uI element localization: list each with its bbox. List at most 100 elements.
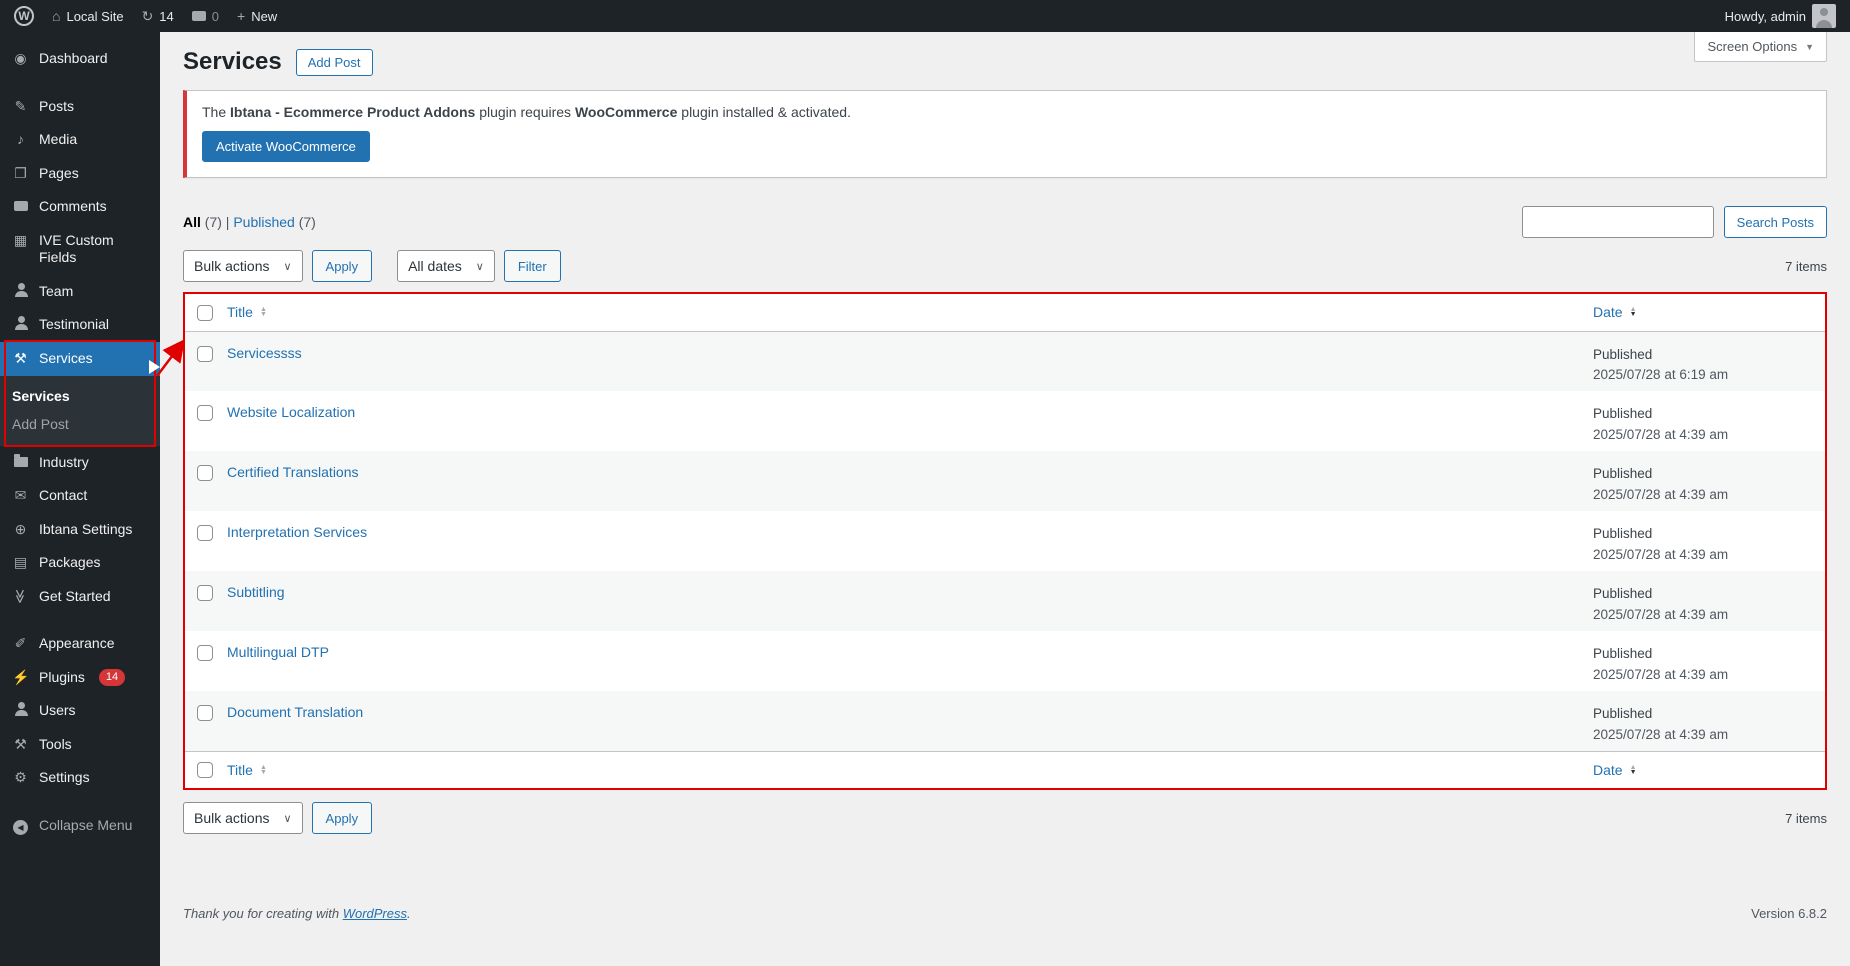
apply-button[interactable]: Apply — [311, 250, 373, 282]
sidebar-item-get-started[interactable]: ≫ Get Started — [0, 580, 160, 614]
sidebar-item-label: Posts — [39, 97, 75, 114]
comments-link[interactable]: 0 — [191, 8, 219, 24]
post-date: 2025/07/28 at 4:39 am — [1593, 726, 1729, 742]
notice-plugin-name: Ibtana - Ecommerce Product Addons — [230, 104, 476, 120]
menu-separator — [0, 795, 160, 809]
sidebar-item-media[interactable]: ♪ Media — [0, 123, 160, 157]
select-all-checkbox[interactable] — [197, 304, 213, 321]
table-row: Document Translation Published 2025/07/28… — [185, 691, 1825, 751]
sidebar-item-packages[interactable]: ▤ Packages — [0, 546, 160, 580]
sidebar-item-team[interactable]: Team — [0, 275, 160, 309]
table-header-row: Title ▲ ▼ Date ▲ ▼ — [185, 294, 1825, 332]
filter-separator: | — [225, 214, 230, 230]
row-checkbox[interactable] — [197, 345, 213, 362]
sidebar-item-settings[interactable]: ⚙ Settings — [0, 761, 160, 795]
updates-link[interactable]: ↻ 14 — [142, 8, 174, 25]
wordpress-admin: W ⌂ Local Site ↻ 14 0 + New Howdy, admin… — [0, 0, 1850, 966]
filter-button[interactable]: Filter — [503, 250, 561, 282]
dates-filter-select[interactable]: All dates ∨ — [397, 250, 495, 282]
pages-icon: ❐ — [14, 164, 27, 181]
post-date: 2025/07/28 at 4:39 am — [1593, 426, 1729, 442]
post-title-link[interactable]: Subtitling — [227, 584, 285, 600]
submenu-item-add-post[interactable]: Add Post — [0, 410, 160, 438]
submenu-item-services[interactable]: Services — [0, 382, 160, 410]
collapse-menu-button[interactable]: ◀ Collapse Menu — [0, 809, 160, 843]
sidebar-item-label: IVE Custom Fields — [39, 231, 114, 266]
sidebar-item-label: Users — [39, 702, 76, 719]
comment-icon — [191, 11, 206, 21]
sidebar-item-industry[interactable]: Industry — [0, 446, 160, 480]
all-dates-label: All dates — [408, 258, 462, 274]
sidebar-item-appearance[interactable]: ✐ Appearance — [0, 627, 160, 661]
post-title-link[interactable]: Certified Translations — [227, 464, 359, 480]
table-row: Multilingual DTP Published 2025/07/28 at … — [185, 631, 1825, 691]
post-title-link[interactable]: Document Translation — [227, 704, 363, 720]
sort-by-date-link[interactable]: Date ▲ ▼ — [1593, 762, 1637, 778]
post-title-link[interactable]: Website Localization — [227, 404, 355, 420]
row-checkbox[interactable] — [197, 465, 213, 482]
sidebar-item-pages[interactable]: ❐ Pages — [0, 157, 160, 191]
sidebar-item-ive-custom-fields[interactable]: ▦ IVE Custom Fields — [0, 224, 160, 275]
wordpress-link[interactable]: WordPress — [343, 906, 407, 921]
bulk-actions-label: Bulk actions — [194, 810, 270, 826]
sort-by-title-link[interactable]: Title ▲ ▼ — [227, 762, 267, 778]
post-title-link[interactable]: Servicessss — [227, 345, 302, 361]
user-icon — [14, 702, 28, 717]
sidebar-item-comments[interactable]: Comments — [0, 190, 160, 224]
screen-options-button[interactable]: Screen Options ▼ — [1694, 32, 1827, 62]
document-icon: ▤ — [13, 554, 28, 571]
bulk-actions-label: Bulk actions — [194, 258, 270, 274]
comments-count: 0 — [211, 8, 219, 24]
new-label: New — [251, 8, 278, 24]
post-title-link[interactable]: Interpretation Services — [227, 524, 367, 540]
visit-site-link[interactable]: ⌂ Local Site — [52, 8, 124, 24]
post-title-link[interactable]: Multilingual DTP — [227, 644, 329, 660]
sidebar-item-label: Contact — [39, 487, 88, 504]
sidebar-item-ibtana-settings[interactable]: ⊕ Ibtana Settings — [0, 513, 160, 547]
sort-by-date-link[interactable]: Date ▲ ▼ — [1593, 304, 1637, 320]
account-menu[interactable]: Howdy, admin — [1725, 4, 1836, 28]
sidebar-item-plugins[interactable]: ⚡ Plugins 14 — [0, 661, 160, 695]
activate-woocommerce-button[interactable]: Activate WooCommerce — [202, 131, 370, 162]
post-status: Published — [1593, 526, 1653, 541]
sidebar-item-dashboard[interactable]: ◉ Dashboard — [0, 42, 160, 76]
search-input[interactable] — [1521, 206, 1714, 238]
filter-all-link[interactable]: All — [183, 214, 201, 230]
collapse-icon: ◀ — [13, 820, 28, 836]
filter-published-link[interactable]: Published — [233, 214, 295, 230]
comment-icon — [13, 201, 28, 211]
plugin-notice: The Ibtana - Ecommerce Product Addons pl… — [183, 90, 1827, 178]
sidebar-item-testimonial[interactable]: Testimonial — [0, 308, 160, 342]
user-icon — [14, 316, 28, 331]
search-posts-button[interactable]: Search Posts — [1723, 206, 1827, 238]
sidebar-item-posts[interactable]: ✎ Posts — [0, 90, 160, 124]
globe-icon: ⊕ — [14, 520, 27, 537]
sidebar-item-label: Collapse Menu — [39, 816, 133, 833]
sidebar-item-contact[interactable]: ✉ Contact — [0, 479, 160, 513]
row-checkbox[interactable] — [197, 645, 213, 662]
sort-arrows-icon: ▲ ▼ — [259, 306, 267, 319]
sidebar-item-services[interactable]: ⚒ Services — [0, 342, 160, 376]
post-date: 2025/07/28 at 4:39 am — [1593, 666, 1729, 682]
add-post-button[interactable]: Add Post — [295, 48, 373, 76]
row-checkbox[interactable] — [197, 525, 213, 542]
post-status: Published — [1593, 646, 1653, 661]
new-content-link[interactable]: + New — [237, 8, 277, 24]
bulk-actions-select[interactable]: Bulk actions ∨ — [183, 250, 303, 282]
apply-button[interactable]: Apply — [311, 802, 373, 834]
sidebar-item-label: Plugins — [39, 668, 85, 685]
select-all-checkbox[interactable] — [197, 762, 213, 779]
post-date: 2025/07/28 at 4:39 am — [1593, 606, 1729, 622]
bulk-actions-select[interactable]: Bulk actions ∨ — [183, 802, 303, 834]
wordpress-menu[interactable]: W — [14, 6, 34, 26]
sidebar-item-tools[interactable]: ⚒ Tools — [0, 728, 160, 762]
row-checkbox[interactable] — [197, 585, 213, 602]
envelope-icon: ✉ — [14, 487, 27, 504]
grid-icon: ▦ — [13, 231, 28, 248]
table-footer-row: Title ▲ ▼ Date ▲ ▼ — [185, 750, 1825, 788]
row-checkbox[interactable] — [197, 405, 213, 422]
wordpress-logo-icon: W — [14, 6, 34, 26]
sort-by-title-link[interactable]: Title ▲ ▼ — [227, 304, 267, 320]
row-checkbox[interactable] — [197, 705, 213, 722]
sidebar-item-users[interactable]: Users — [0, 694, 160, 728]
